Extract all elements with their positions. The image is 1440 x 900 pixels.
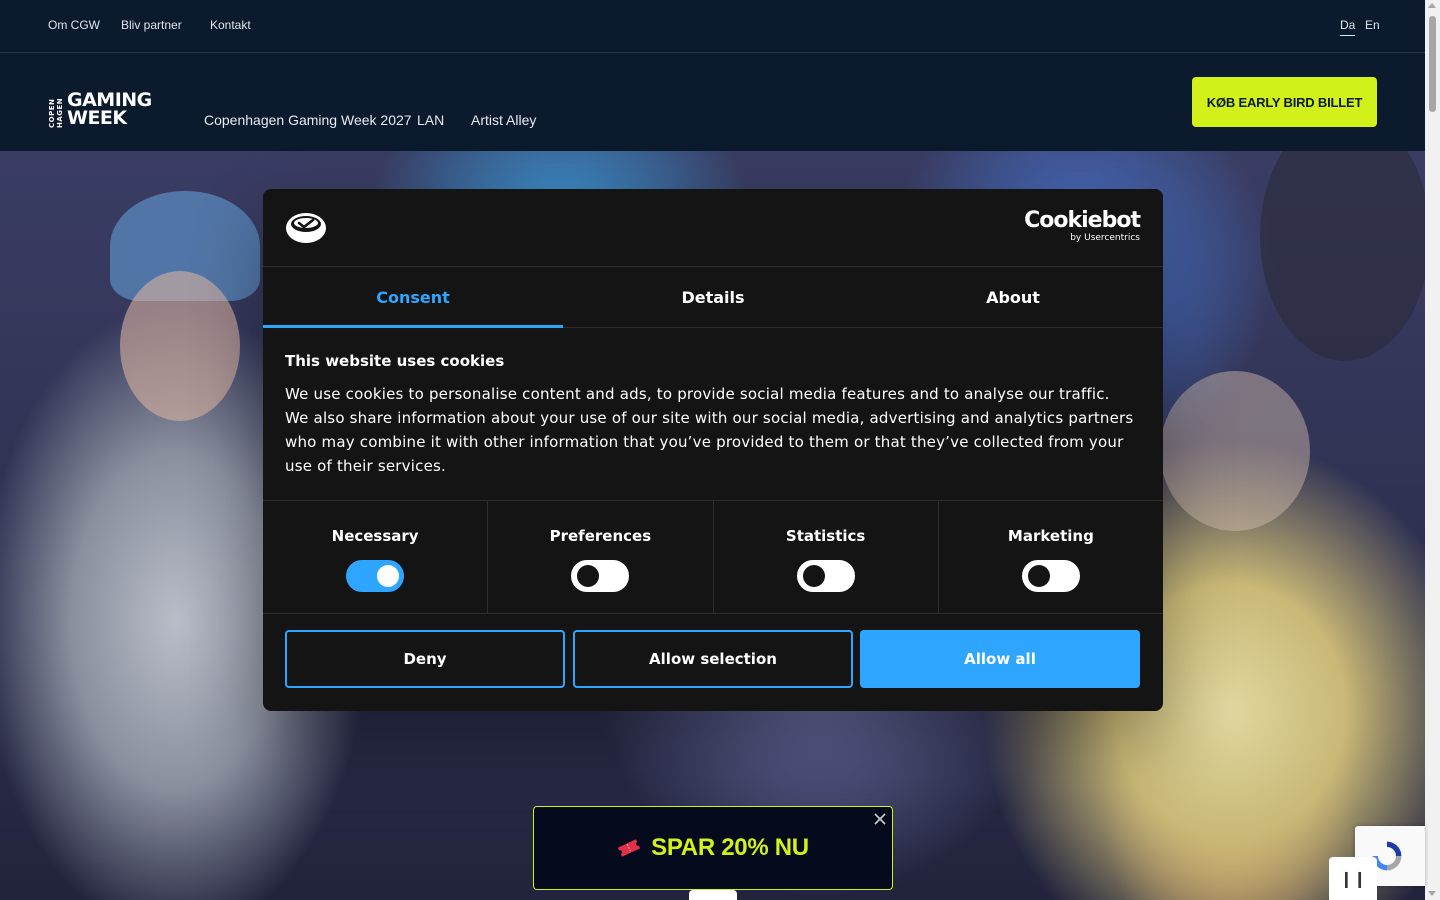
toggle-label-marketing: Marketing: [1007, 527, 1094, 545]
scroll-down-arrow-icon[interactable]: [1428, 891, 1436, 896]
allow-all-button[interactable]: Allow all: [860, 630, 1140, 688]
dialog-title: This website uses cookies: [285, 352, 505, 370]
toggle-label-necessary: Necessary: [331, 527, 419, 545]
nav-item-cgw-2027[interactable]: Copenhagen Gaming Week 2027: [204, 112, 412, 128]
promo-banner[interactable]: SPAR 20% NU: [533, 806, 893, 890]
deny-button[interactable]: Deny: [285, 630, 565, 688]
allow-selection-button[interactable]: Allow selection: [573, 630, 853, 688]
toggle-label-statistics: Statistics: [785, 527, 866, 545]
dialog-header: Cookiebot by Usercentrics: [263, 189, 1163, 267]
toggle-statistics[interactable]: [796, 560, 855, 592]
toggle-necessary[interactable]: [346, 560, 405, 592]
toggle-group-necessary: Necessary: [263, 501, 489, 613]
scroll-up-arrow-icon[interactable]: [1428, 3, 1436, 8]
toggle-group-preferences: Preferences: [488, 501, 714, 613]
nav-item-artist-alley[interactable]: Artist Alley: [471, 112, 536, 128]
toggle-marketing[interactable]: [1021, 560, 1080, 592]
link-kontakt[interactable]: Kontakt: [210, 18, 251, 32]
dialog-tabs: Consent Details About: [263, 267, 1163, 328]
pause-button[interactable]: ❙❙: [1329, 857, 1377, 900]
toggle-group-marketing: Marketing: [939, 501, 1163, 613]
scrollbar-thumb[interactable]: [1429, 16, 1436, 112]
toggle-label-preferences: Preferences: [549, 527, 652, 545]
tab-details[interactable]: Details: [563, 267, 863, 327]
cookiebot-logo-icon: [286, 213, 326, 243]
link-bliv-partner[interactable]: Bliv partner: [121, 18, 182, 32]
buy-early-bird-button[interactable]: KØB EARLY BIRD BILLET: [1192, 77, 1377, 127]
carousel-indicator[interactable]: [689, 890, 737, 900]
consent-toggles: Necessary Preferences Statistics Marketi…: [263, 500, 1163, 614]
tab-about[interactable]: About: [863, 267, 1163, 327]
top-utility-bar: Om CGW Bliv partner Kontakt Da En: [0, 0, 1425, 53]
hero-person-shape: [1260, 151, 1425, 361]
tab-consent[interactable]: Consent: [263, 267, 563, 328]
promo-text: SPAR 20% NU: [651, 834, 809, 861]
pause-icon: ❙❙: [1339, 869, 1367, 888]
close-icon[interactable]: [872, 811, 888, 827]
page-scrollbar[interactable]: [1425, 0, 1440, 900]
cookiebot-brand: Cookiebot by Usercentrics: [1024, 208, 1141, 244]
cookiebot-wordmark: Cookiebot: [1024, 208, 1141, 233]
site-header: COPEN HAGEN GAMING WEEK Copenhagen Gamin…: [0, 54, 1425, 151]
cookiebot-byline: by Usercentrics: [1070, 233, 1140, 243]
logo-line-2: WEEK: [67, 107, 127, 129]
language-en[interactable]: En: [1365, 18, 1380, 32]
hero-head-shape: [1160, 371, 1310, 531]
language-da[interactable]: Da: [1340, 18, 1356, 36]
ticket-icon: [617, 839, 641, 857]
logo-wordmark: GAMING WEEK: [67, 91, 152, 129]
hero-face-shape: [120, 271, 240, 421]
logo-side-text: COPEN HAGEN: [48, 97, 64, 128]
link-om-cgw[interactable]: Om CGW: [48, 18, 100, 32]
toggle-group-statistics: Statistics: [714, 501, 939, 613]
toggle-preferences[interactable]: [571, 560, 630, 592]
dialog-body-text: We use cookies to personalise content an…: [285, 385, 1134, 475]
nav-item-lan[interactable]: LAN: [417, 112, 444, 128]
site-logo[interactable]: COPEN HAGEN GAMING WEEK: [48, 90, 152, 129]
cookie-consent-dialog: Cookiebot by Usercentrics Consent Detail…: [263, 189, 1163, 711]
